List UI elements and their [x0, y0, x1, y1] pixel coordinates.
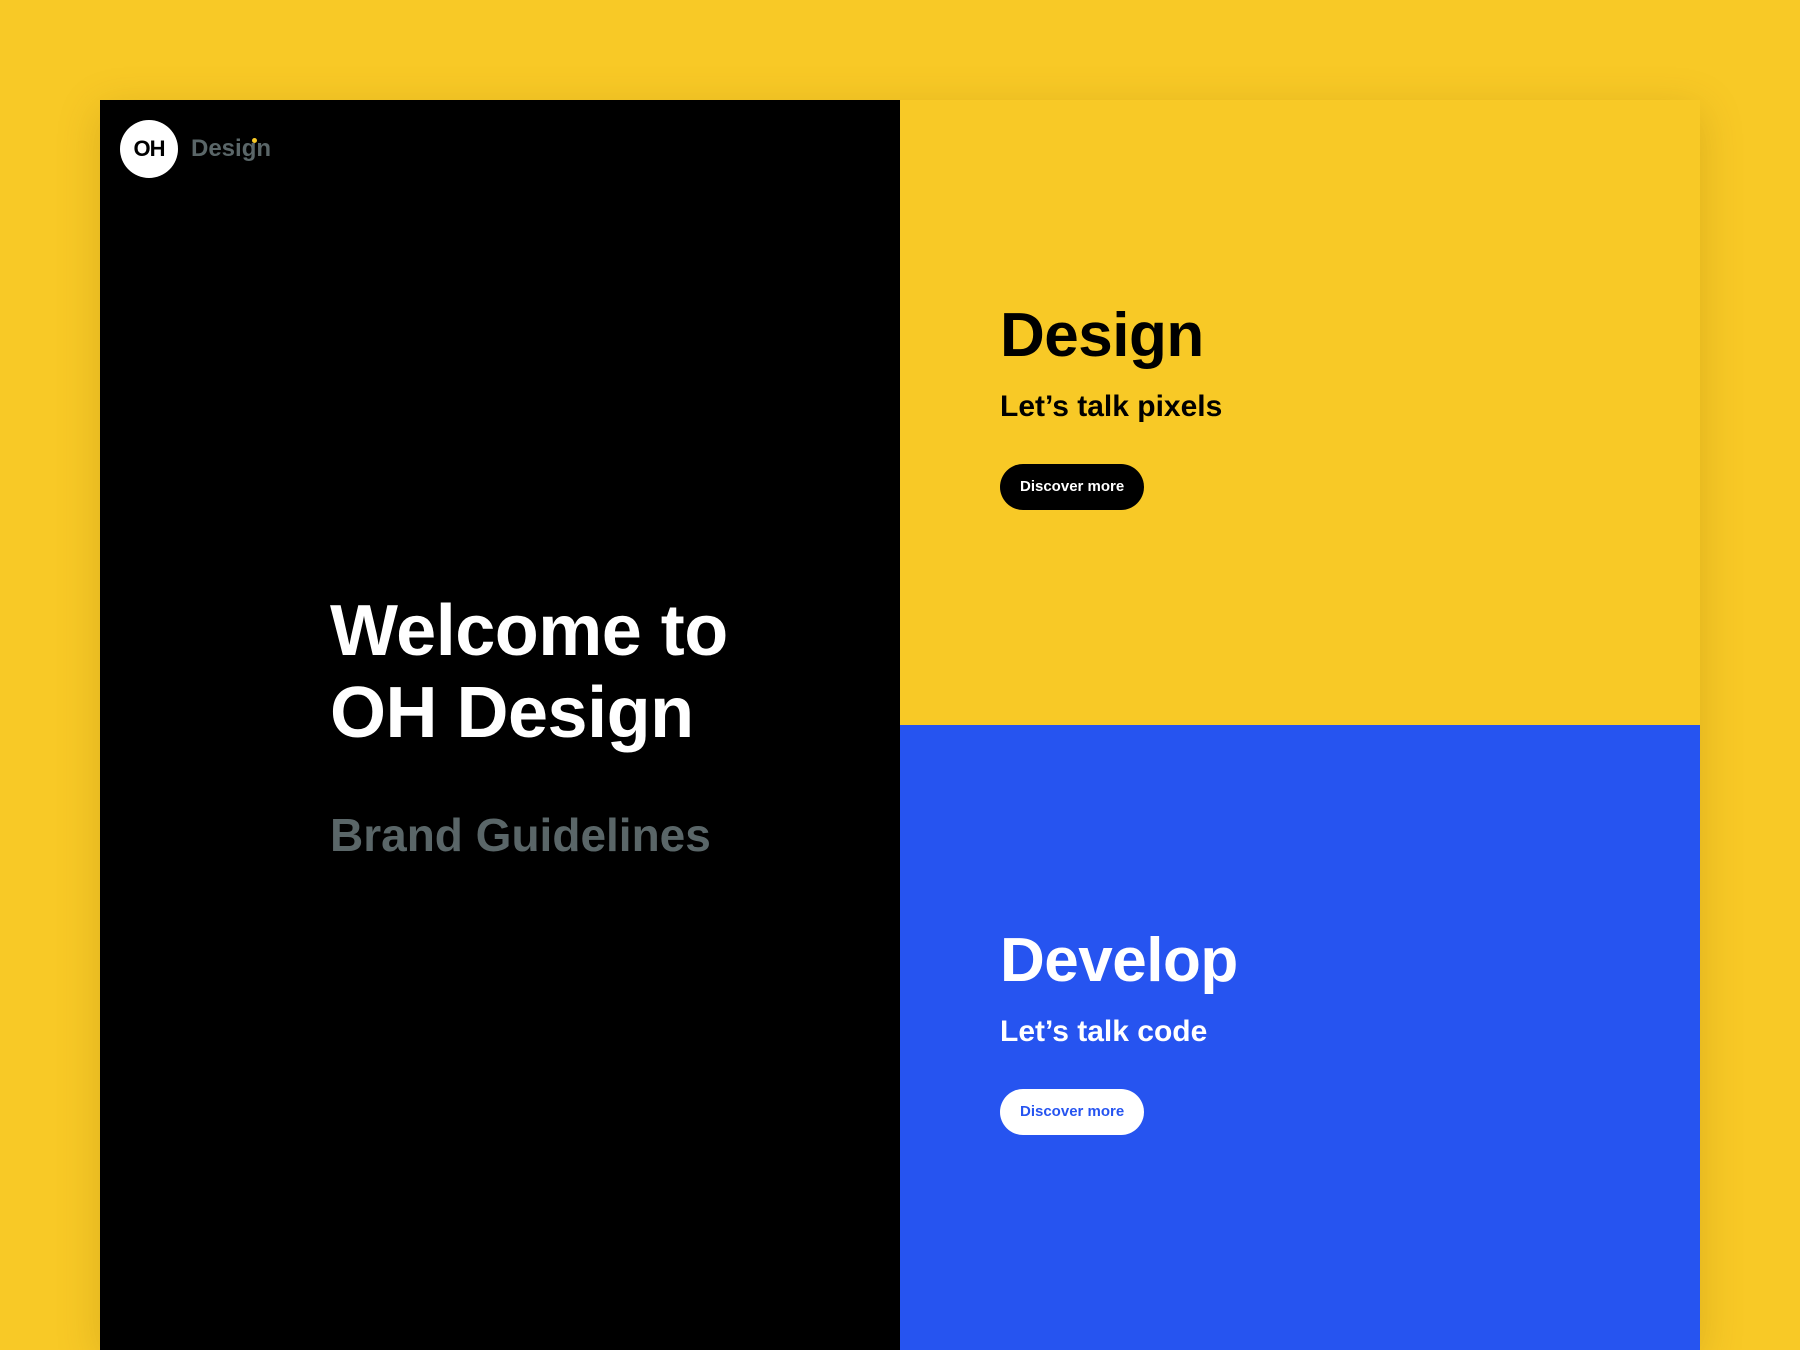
hero-title-line1: Welcome to [330, 591, 728, 671]
logo-accent-dot [252, 138, 257, 143]
develop-card-title: Develop [1000, 926, 1238, 995]
develop-card-content: Develop Let’s talk code Discover more [1000, 925, 1238, 1135]
design-card-subtitle: Let’s talk pixels [1000, 390, 1223, 423]
develop-discover-button[interactable]: Discover more [1000, 1089, 1145, 1135]
page-frame: OH Design Welcome to OH Design Brand Gui… [100, 100, 1700, 1350]
develop-card-subtitle: Let’s talk code [1000, 1015, 1208, 1048]
hero-subtitle: Brand Guidelines [330, 809, 711, 861]
hero-title-line2: OH Design [330, 673, 694, 753]
develop-card: Develop Let’s talk code Discover more [900, 725, 1700, 1350]
design-card: Design Let’s talk pixels Discover more [900, 100, 1700, 725]
hero-content: Welcome to OH Design Brand Guidelines [330, 590, 850, 862]
logo-wordmark: Design [191, 135, 272, 162]
design-card-title: Design [1000, 301, 1204, 370]
hero-panel: OH Design Welcome to OH Design Brand Gui… [100, 100, 900, 1350]
logo-badge: OH [120, 120, 178, 178]
design-card-content: Design Let’s talk pixels Discover more [1000, 300, 1222, 510]
logo[interactable]: OH Design [120, 120, 271, 178]
design-discover-button[interactable]: Discover more [1000, 464, 1145, 510]
sections-column: Design Let’s talk pixels Discover more D… [900, 100, 1700, 1350]
logo-text: Design [191, 135, 271, 163]
hero-title: Welcome to OH Design [330, 590, 850, 754]
